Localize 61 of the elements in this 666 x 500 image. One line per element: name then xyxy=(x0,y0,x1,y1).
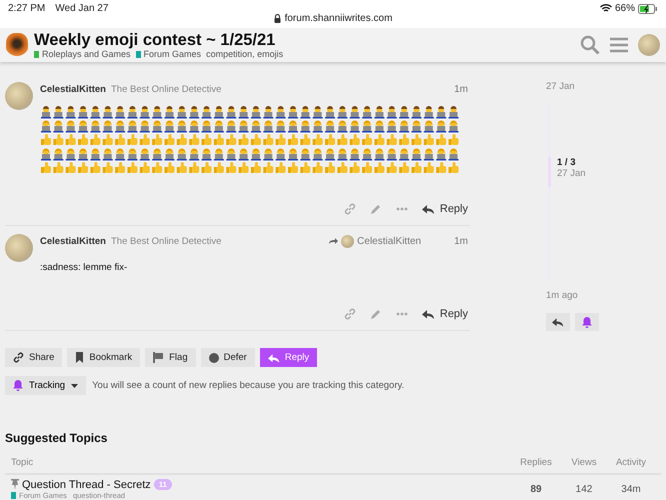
wifi-icon xyxy=(600,4,612,13)
username[interactable]: CelestialKitten xyxy=(40,84,106,94)
share-arrow-icon xyxy=(328,237,338,245)
user-title: The Best Online Detective xyxy=(111,236,222,246)
battery-percent: 66% xyxy=(614,3,635,14)
reply-button[interactable]: Reply xyxy=(422,308,468,320)
category-link[interactable]: Roleplays and Games xyxy=(34,49,131,59)
status-time: 2:27 PM xyxy=(8,3,46,14)
topic-link[interactable]: Question Thread - Secretz xyxy=(22,478,151,490)
category-link[interactable]: Forum Games xyxy=(136,49,202,59)
reply-icon xyxy=(422,204,435,214)
flag-icon xyxy=(153,352,164,363)
post-time[interactable]: 1m xyxy=(454,84,468,94)
post-time[interactable]: 1m xyxy=(454,236,468,246)
topic-tags[interactable]: competition, emojis xyxy=(206,49,284,59)
link-icon[interactable] xyxy=(344,203,356,215)
activity-time: 34m xyxy=(620,484,642,494)
topic-action-button[interactable]: Reply xyxy=(260,348,318,367)
reply-icon xyxy=(422,309,435,319)
bell-icon xyxy=(13,380,23,391)
battery-icon xyxy=(638,4,658,14)
lock-icon xyxy=(274,14,281,23)
user-avatar[interactable] xyxy=(638,34,660,56)
topic-title: Weekly emoji contest ~ 1/25/21 xyxy=(34,31,276,49)
position-date: 27 Jan xyxy=(557,168,587,180)
reply-icon xyxy=(268,352,280,362)
url-text[interactable]: forum.shanniiwrites.com xyxy=(284,13,392,24)
status-date: Wed Jan 27 xyxy=(55,3,108,14)
search-icon[interactable] xyxy=(580,35,600,55)
link-icon xyxy=(13,352,24,363)
circle-icon xyxy=(208,352,219,362)
section-heading: Suggested Topics xyxy=(5,431,108,445)
bookmark-icon xyxy=(75,352,84,363)
more-icon[interactable] xyxy=(396,312,408,316)
pencil-icon[interactable] xyxy=(370,308,382,320)
reply-icon xyxy=(552,317,564,327)
reply-button[interactable] xyxy=(546,313,570,331)
post-position: 1 / 3 xyxy=(557,157,576,168)
caret-icon xyxy=(71,384,78,388)
tracking-dropdown[interactable]: Tracking xyxy=(5,376,86,395)
reply-to-link[interactable]: CelestialKitten xyxy=(328,234,422,248)
topic-action-button[interactable]: Defer xyxy=(200,348,255,367)
replies-count: 89 xyxy=(529,484,543,494)
username[interactable]: CelestialKitten xyxy=(40,236,106,246)
topic-action-button[interactable]: Share xyxy=(5,348,62,367)
menu-icon[interactable] xyxy=(610,37,628,53)
post-text: :sadness: lemme fix- xyxy=(40,262,128,273)
pencil-icon[interactable] xyxy=(370,203,382,215)
tracking-description: You will see a count of new replies because you are tracking this category. xyxy=(92,380,404,391)
link-icon[interactable] xyxy=(344,308,356,320)
reply-button[interactable]: Reply xyxy=(422,203,468,215)
bell-icon xyxy=(582,316,592,328)
topic-action-button[interactable]: Bookmark xyxy=(67,348,140,367)
user-avatar[interactable] xyxy=(5,234,33,262)
notification-button[interactable] xyxy=(575,313,599,331)
user-avatar[interactable] xyxy=(5,82,33,110)
views-count: 142 xyxy=(574,484,594,494)
topic-action-button[interactable]: Flag xyxy=(145,348,196,367)
more-icon[interactable] xyxy=(396,207,408,211)
user-title: The Best Online Detective xyxy=(111,84,222,94)
site-logo[interactable] xyxy=(6,33,28,57)
